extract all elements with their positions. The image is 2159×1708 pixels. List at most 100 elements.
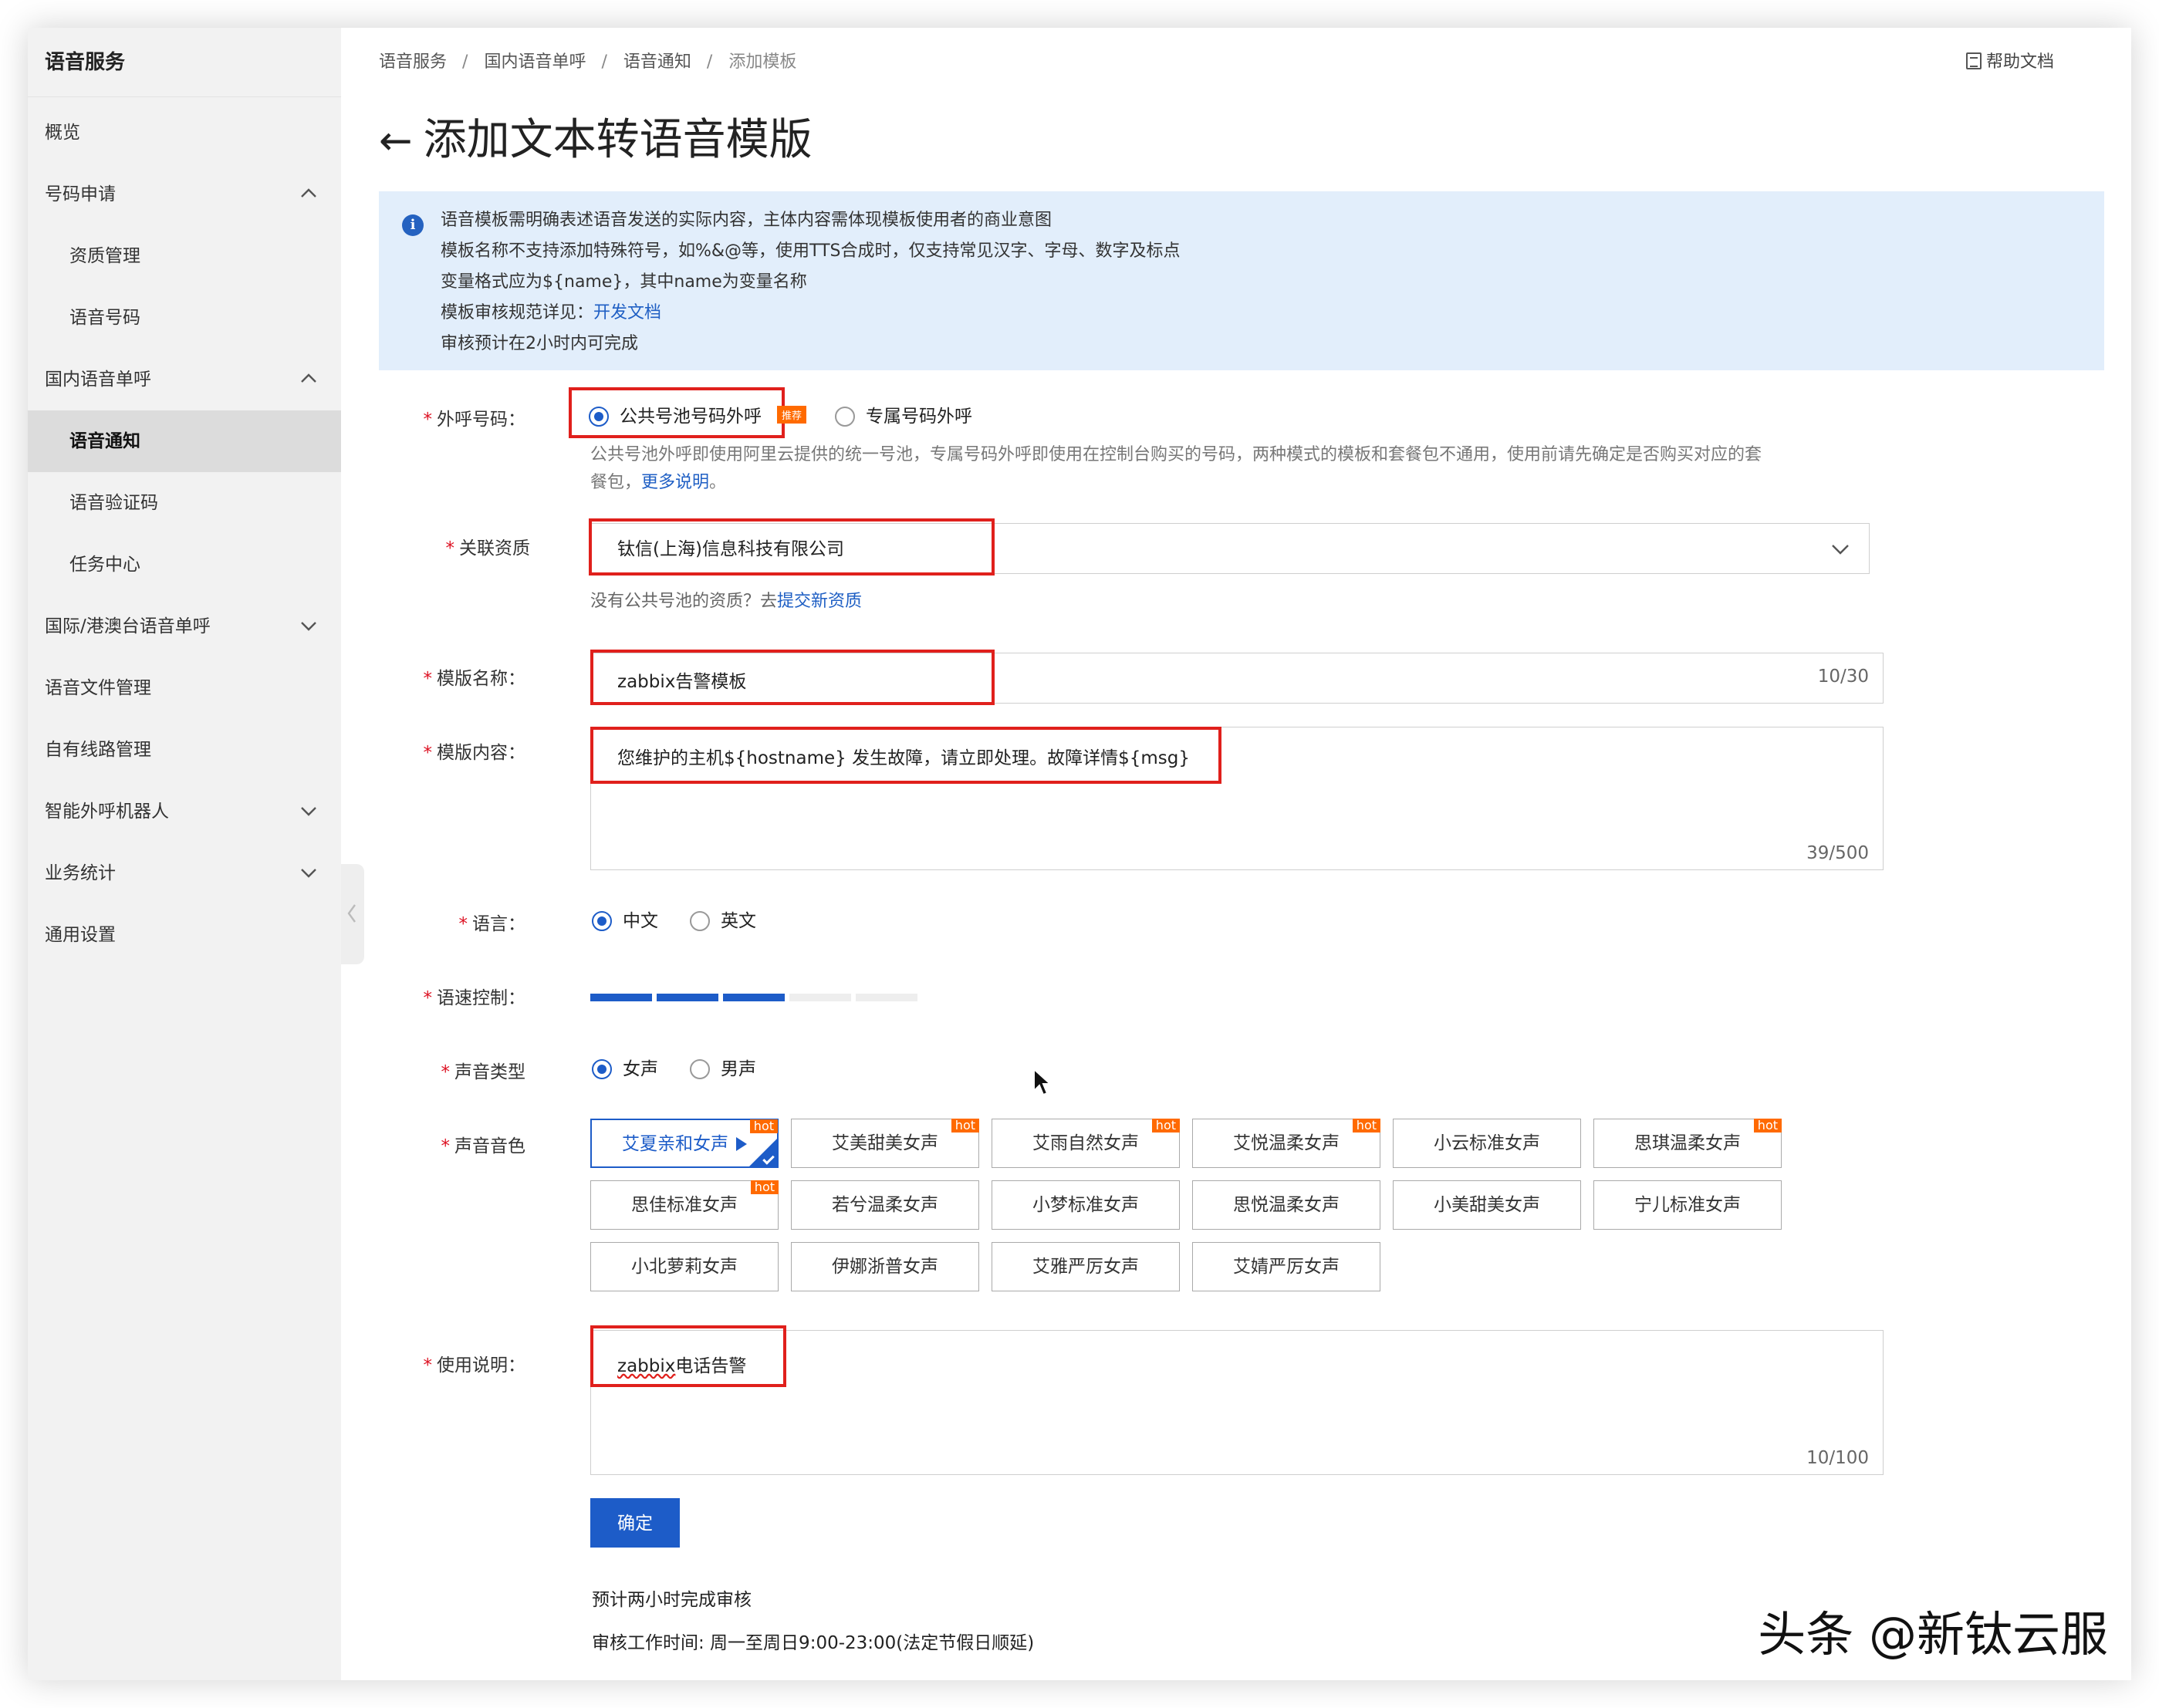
caller-help-line: 餐包，更多说明。 (590, 473, 727, 492)
chevron-up-icon (299, 164, 319, 225)
sidebar-item-statistics[interactable]: 业务统计 (28, 842, 341, 904)
speed-segment[interactable] (789, 994, 851, 1001)
language-option-en-label: 英文 (721, 911, 756, 931)
radio-selected-icon (589, 407, 609, 427)
notice-line: 审核预计在2小时内可完成 (441, 334, 638, 353)
timbre-chip-label: 小云标准女声 (1434, 1133, 1540, 1153)
timbre-chip-label: 艾雨自然女声 (1032, 1133, 1139, 1153)
sidebar-item-label: 国际/港澳台语音单呼 (45, 616, 211, 636)
breadcrumb-separator: / (706, 52, 713, 72)
sidebar-item-task-center[interactable]: 任务中心 (28, 534, 341, 596)
mouse-cursor-icon (1033, 1068, 1052, 1096)
caller-help: 公共号池外呼即使用阿里云提供的统一号池，专属号码外呼即使用在控制台购买的号码，两… (590, 441, 1917, 497)
timbre-chip[interactable]: 艾悦温柔女声 hot (1192, 1119, 1380, 1168)
timbre-chip[interactable]: 宁儿标准女声 (1593, 1180, 1782, 1230)
breadcrumb-item[interactable]: 语音通知 (623, 52, 691, 72)
caller-label: * 外呼号码： (423, 410, 526, 430)
voice-type-male[interactable]: 男声 (690, 1059, 782, 1079)
voice-type-radio-group: 女声 男声 (592, 1054, 782, 1080)
main-content: 语音服务 / 国内语音单呼 / 语音通知 / 添加模板 帮助文档 ← 添加文本转语音模版… (379, 28, 2131, 1680)
timbre-chip[interactable]: 艾婧严厉女声 (1192, 1242, 1380, 1291)
notice-line: 模板审核规范详见：开发文档 (441, 298, 2104, 329)
timbre-chip[interactable]: 艾雅严厉女声 (992, 1242, 1180, 1291)
breadcrumb-item[interactable]: 国内语音单呼 (484, 52, 586, 72)
sidebar-collapse-handle[interactable] (341, 864, 364, 964)
play-icon[interactable] (736, 1137, 747, 1151)
sidebar-item-label: 业务统计 (45, 863, 116, 883)
sidebar-item-label: 语音号码 (69, 308, 140, 328)
sidebar-item-overview[interactable]: 概览 (28, 102, 341, 164)
confirm-button[interactable]: 确定 (590, 1498, 680, 1548)
timbre-chip[interactable]: 思琪温柔女声 hot (1593, 1119, 1782, 1168)
language-option-en[interactable]: 英文 (690, 911, 782, 931)
sidebar-item-international-call[interactable]: 国际/港澳台语音单呼 (28, 596, 341, 657)
radio-selected-icon (592, 911, 612, 931)
more-info-link[interactable]: 更多说明 (641, 473, 709, 492)
breadcrumb-item[interactable]: 语音服务 (379, 52, 447, 72)
speed-segment[interactable] (657, 994, 718, 1001)
language-option-zh[interactable]: 中文 (592, 911, 684, 931)
timbre-chip-label: 伊娜浙普女声 (832, 1257, 938, 1277)
speed-segment[interactable] (590, 994, 652, 1001)
sidebar-item-own-lines[interactable]: 自有线路管理 (28, 719, 341, 781)
caller-option-dedicated[interactable]: 专属号码外呼 (835, 407, 998, 427)
sidebar-item-label: 智能外呼机器人 (45, 802, 169, 822)
timbre-chip-label: 艾夏亲和女声 (622, 1134, 728, 1154)
timbre-chip[interactable]: 小梦标准女声 (992, 1180, 1180, 1230)
name-label: * 模版名称： (423, 669, 526, 689)
notice-line-text: 模板审核规范详见： (441, 303, 594, 322)
sidebar-item-robot[interactable]: 智能外呼机器人 (28, 781, 341, 842)
voice-type-female[interactable]: 女声 (592, 1059, 684, 1079)
timbre-chip-label: 思佳标准女声 (631, 1195, 738, 1215)
selected-corner (749, 1139, 777, 1166)
sidebar-item-voice-code[interactable]: 语音验证码 (28, 472, 341, 534)
timbre-chip[interactable]: 艾夏亲和女声 hot (590, 1119, 779, 1168)
help-docs-link[interactable]: 帮助文档 (1965, 48, 2054, 73)
sidebar-item-voice-files[interactable]: 语音文件管理 (28, 657, 341, 719)
sidebar-item-voice-notice[interactable]: 语音通知 (28, 410, 341, 472)
resource-help: 没有公共号池的资质？去提交新资质 (590, 592, 863, 611)
sidebar-item-label: 概览 (45, 123, 80, 143)
sidebar-title: 语音服务 (28, 28, 341, 97)
chevron-down-icon (299, 596, 319, 657)
timbre-chip[interactable]: 艾美甜美女声 hot (791, 1119, 979, 1168)
sidebar-item-qualification[interactable]: 资质管理 (28, 225, 341, 287)
timbre-chip[interactable]: 思佳标准女声 hot (590, 1180, 779, 1230)
caller-option-public-label: 公共号池号码外呼 (620, 407, 762, 427)
timbre-chip[interactable]: 小云标准女声 (1393, 1119, 1581, 1168)
caller-option-public[interactable]: 公共号池号码外呼 (589, 407, 769, 427)
timbre-chip[interactable]: 艾雨自然女声 hot (992, 1119, 1180, 1168)
timbre-chip-label: 思悦温柔女声 (1233, 1195, 1340, 1215)
highlight-box (589, 518, 995, 576)
sidebar-item-settings[interactable]: 通用设置 (28, 904, 341, 966)
highlight-box (590, 1325, 786, 1387)
speed-segment[interactable] (723, 994, 785, 1001)
hot-badge: hot (1352, 1119, 1380, 1132)
chevron-down-icon (299, 781, 319, 842)
hot-badge: hot (750, 1180, 779, 1194)
document-icon (1965, 52, 1982, 69)
timbre-chip[interactable]: 思悦温柔女声 (1192, 1180, 1380, 1230)
highlight-box (590, 650, 995, 705)
timbre-chip[interactable]: 若兮温柔女声 (791, 1180, 979, 1230)
sidebar-item-domestic-call[interactable]: 国内语音单呼 (28, 349, 341, 410)
dev-docs-link[interactable]: 开发文档 (593, 303, 661, 322)
caller-option-dedicated-label: 专属号码外呼 (866, 407, 973, 427)
breadcrumb: 语音服务 / 国内语音单呼 / 语音通知 / 添加模板 (379, 48, 801, 73)
language-label: * 语言： (458, 914, 526, 934)
speed-segment[interactable] (856, 994, 917, 1001)
caller-help-line: 公共号池外呼即使用阿里云提供的统一号池，专属号码外呼即使用在控制台购买的号码，两… (590, 445, 1762, 464)
speed-slider[interactable] (590, 994, 922, 1001)
timbre-chip[interactable]: 小北萝莉女声 (590, 1242, 779, 1291)
sidebar-item-number-apply[interactable]: 号码申请 (28, 164, 341, 225)
timbre-chip[interactable]: 伊娜浙普女声 (791, 1242, 979, 1291)
breadcrumb-current: 添加模板 (728, 52, 797, 72)
timbre-chip-label: 小美甜美女声 (1434, 1195, 1540, 1215)
back-arrow-icon[interactable]: ← (379, 118, 413, 164)
timbre-chip-label: 宁儿标准女声 (1634, 1195, 1741, 1215)
radio-unselected-icon (690, 911, 710, 931)
sidebar-item-voice-number[interactable]: 语音号码 (28, 287, 341, 349)
submit-qualification-link[interactable]: 提交新资质 (777, 592, 862, 611)
notice-line: 变量格式应为${name}，其中name为变量名称 (441, 272, 807, 292)
timbre-chip[interactable]: 小美甜美女声 (1393, 1180, 1581, 1230)
